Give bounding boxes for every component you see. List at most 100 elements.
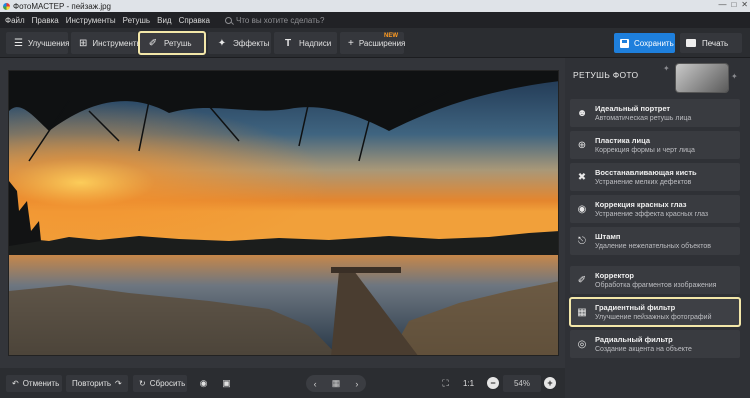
zoom-value[interactable]: 54% [503, 375, 541, 392]
tool-description: Устранение мелких дефектов [595, 179, 692, 186]
printer-icon [686, 39, 696, 47]
menu-bar: Файл Правка Инструменты Ретушь Вид Справ… [0, 12, 750, 28]
crop-icon: ⊞ [79, 37, 88, 49]
bandage-icon: ✖ [577, 171, 587, 183]
minimize-icon[interactable]: — [718, 0, 726, 9]
tool-title: Восстанавливающая кисть [595, 168, 697, 177]
tool-corrector[interactable]: ✐ Корректор Обработка фрагментов изображе… [570, 266, 740, 294]
sliders-icon: ☰ [14, 37, 23, 49]
menu-file[interactable]: Файл [5, 16, 25, 25]
floppy-disk-icon [620, 38, 629, 48]
tool-gradient-filter[interactable]: ▦ Градиентный фильтр Улучшение пейзажных … [569, 297, 741, 327]
sparkle-icon: ✦ [662, 64, 670, 73]
actual-size-button[interactable]: 1:1 [460, 375, 477, 392]
maximize-icon[interactable]: □ [731, 0, 736, 9]
redo-button[interactable]: Повторить ↷ [66, 375, 128, 392]
folder-icon[interactable]: ▦ [332, 378, 341, 389]
panel-title: РЕТУШЬ ФОТО [573, 70, 639, 80]
face-icon: ☻ [576, 107, 588, 119]
landscape-image [9, 71, 558, 355]
menu-edit[interactable]: Правка [32, 16, 59, 25]
reset-button[interactable]: ↻ Сбросить [133, 375, 187, 392]
tab-extensions-label: Расширения [358, 38, 406, 48]
zoom-in-icon[interactable]: + [544, 377, 556, 389]
tab-extensions[interactable]: + Расширения NEW [340, 32, 406, 54]
tool-title: Коррекция красных глаз [595, 200, 687, 209]
close-icon[interactable]: ✕ [741, 0, 748, 9]
tab-text[interactable]: T Надписи [274, 32, 337, 54]
landscape-photo[interactable] [8, 70, 559, 356]
tab-tools[interactable]: ⊞ Инструменты [71, 32, 142, 54]
tool-description: Удаление нежелательных объектов [595, 243, 711, 250]
gradient-icon: ▦ [577, 306, 587, 318]
tool-stamp[interactable]: ⎋ Штамп Удаление нежелательных объектов [570, 227, 740, 255]
undo-button[interactable]: ↶ Отменить [6, 375, 62, 392]
tool-ideal-portrait[interactable]: ☻ Идеальный портрет Автоматическая ретушь… [570, 99, 740, 127]
menu-help[interactable]: Справка [179, 16, 210, 25]
tool-description: Улучшение пейзажных фотографий [595, 314, 712, 321]
tool-face-sculpt[interactable]: ⊕ Пластика лица Коррекция формы и черт ли… [570, 131, 740, 159]
tool-description: Устранение эффекта красных глаз [595, 211, 709, 218]
tool-title: Идеальный портрет [595, 104, 671, 113]
undo-icon: ↶ [12, 379, 19, 388]
menu-search[interactable]: Что вы хотите сделать? [224, 15, 325, 25]
menu-retouch[interactable]: Ретушь [123, 16, 151, 25]
menu-view[interactable]: Вид [157, 16, 171, 25]
reset-label: Сбросить [149, 379, 186, 388]
tool-title: Пластика лица [595, 136, 651, 145]
reset-icon: ↻ [139, 379, 146, 388]
tool-title: Градиентный фильтр [595, 303, 676, 312]
previous-image-icon[interactable]: ‹ [314, 379, 317, 389]
redo-icon: ↷ [115, 379, 122, 388]
tool-red-eye[interactable]: ◉ Коррекция красных глаз Устранение эффек… [570, 195, 740, 223]
photo-canvas [0, 58, 565, 368]
menu-tools[interactable]: Инструменты [66, 16, 116, 25]
tool-title: Радиальный фильтр [595, 335, 673, 344]
brush-icon: ✐ [148, 37, 158, 49]
tab-enhancements[interactable]: ☰ Улучшения [6, 32, 70, 54]
tab-retouch[interactable]: ✐ Ретушь [138, 31, 206, 55]
tab-tools-label: Инструменты [92, 38, 143, 48]
search-icon [224, 16, 232, 24]
fit-screen-icon[interactable]: ⛶ [437, 375, 454, 392]
tool-title: Корректор [595, 271, 634, 280]
save-button-label: Сохранить [634, 38, 674, 48]
tab-retouch-label: Ретушь [164, 38, 192, 48]
portrait-thumbnail [676, 64, 728, 92]
tool-description: Коррекция формы и черт лица [595, 147, 695, 154]
window-title: ФотоМАСТЕР - пейзаж.jpg [13, 1, 111, 11]
tab-enhancements-label: Улучшения [27, 38, 70, 48]
tool-title: Штамп [595, 232, 621, 241]
search-placeholder: Что вы хотите сделать? [235, 15, 325, 25]
app-logo-icon [3, 2, 10, 10]
undo-label: Отменить [22, 379, 60, 388]
target-icon: ⊕ [577, 139, 587, 151]
compare-icon[interactable]: ▣ [218, 375, 235, 392]
preview-eye-icon[interactable]: ◉ [195, 375, 212, 392]
tool-description: Обработка фрагментов изображения [595, 282, 717, 289]
bottom-bar: ↶ Отменить Повторить ↷ ↻ Сбросить ◉ ▣ [0, 368, 565, 398]
tool-description: Автоматическая ретушь лица [595, 115, 692, 122]
plus-icon: + [348, 37, 354, 49]
panel-header: РЕТУШЬ ФОТО ✦ ✦ [565, 58, 750, 92]
eye-icon: ◉ [577, 203, 587, 215]
magic-wand-icon: ✦ [217, 37, 227, 49]
next-image-icon[interactable]: › [355, 379, 358, 389]
tool-radial-filter[interactable]: ◎ Радиальный фильтр Создание акцента на о… [570, 330, 740, 358]
new-badge: NEW [384, 33, 398, 39]
tab-effects-label: Эффекты [233, 38, 270, 48]
save-button[interactable]: Сохранить [614, 33, 675, 53]
title-bar: ФотоМАСТЕР - пейзаж.jpg — □ ✕ [0, 0, 750, 12]
brush-icon: ✐ [577, 274, 587, 286]
text-icon: T [284, 37, 292, 49]
tool-healing-brush[interactable]: ✖ Восстанавливающая кисть Устранение мелк… [570, 163, 740, 191]
zoom-out-icon[interactable]: − [487, 377, 499, 389]
print-button[interactable]: Печать [680, 33, 742, 53]
redo-label: Повторить [72, 379, 112, 388]
tab-text-label: Надписи [299, 38, 332, 48]
window-controls: — □ ✕ [718, 0, 748, 9]
radial-icon: ◎ [577, 338, 587, 350]
tab-effects[interactable]: ✦ Эффекты [208, 32, 271, 54]
image-navigation: ‹ ▦ › [306, 375, 366, 392]
tool-description: Создание акцента на объекте [595, 346, 692, 353]
